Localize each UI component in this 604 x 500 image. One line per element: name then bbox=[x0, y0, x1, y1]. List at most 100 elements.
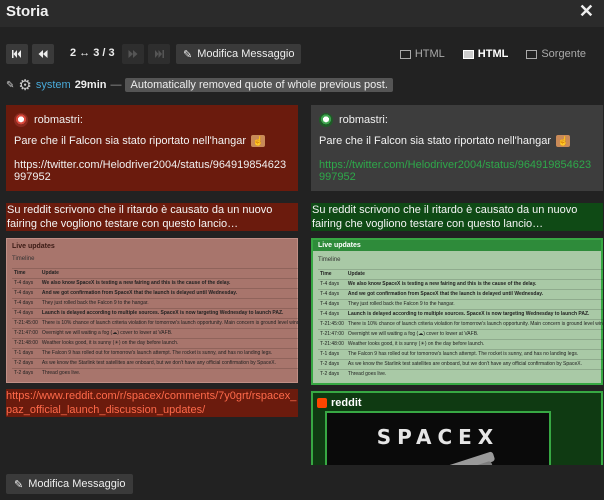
tab-html-side-by-side[interactable]: HTML bbox=[462, 48, 508, 60]
footer-edit-post-button[interactable]: ✎ Modifica Messaggio bbox=[6, 474, 134, 494]
table-cell: T-4 days bbox=[318, 299, 346, 310]
pencil-icon: ✎ bbox=[183, 48, 193, 61]
edit-post-label: Modifica Messaggio bbox=[197, 48, 295, 60]
quote-header: robmastri: bbox=[14, 113, 290, 127]
view-mode-tabs: HTML HTML Sorgente bbox=[399, 46, 604, 62]
forward-icon bbox=[128, 50, 138, 58]
table-cell: There is 10% chance of launch criteria v… bbox=[39, 318, 298, 329]
table-row: T-21:48:00 Weather looks good, it is sunn… bbox=[12, 338, 298, 349]
table-header: Time bbox=[12, 268, 40, 279]
revision-meta: ✎ ⚙ system 29min — Automatically removed… bbox=[6, 75, 393, 95]
table-cell: T-1 days bbox=[318, 349, 346, 360]
quote-text: Pare che il Falcon sia stato riportato n… bbox=[319, 135, 595, 148]
table-row: T-1 days The Falcon 9 has rolled out for … bbox=[12, 348, 298, 359]
table-row: T-2 days As we know the Starlink test sat… bbox=[12, 358, 298, 369]
single-column-icon bbox=[399, 49, 411, 59]
table-cell: Overnight we will waiting a fog (☁) cove… bbox=[345, 329, 603, 340]
previous-revision-button[interactable] bbox=[32, 44, 54, 64]
table-row: T-4 days We also know SpaceX is testing a… bbox=[12, 278, 298, 289]
tab-source[interactable]: Sorgente bbox=[526, 48, 586, 60]
table-cell: And we got confirmation from SpaceX that… bbox=[345, 289, 603, 300]
rewind-icon bbox=[38, 50, 48, 58]
next-revision-button[interactable] bbox=[122, 44, 144, 64]
table-row: T-4 days We also know SpaceX is testing a… bbox=[318, 279, 603, 290]
table-cell: We also know SpaceX is testing a new fai… bbox=[39, 278, 298, 289]
live-updates-subtitle: Timeline bbox=[318, 257, 341, 264]
table-cell: T-2 days bbox=[12, 358, 40, 369]
table-row: T-21:47:00 Overnight we will waiting a fo… bbox=[318, 329, 603, 340]
avatar bbox=[319, 113, 333, 127]
table-row: T-2 days Thread goes live. bbox=[12, 368, 298, 379]
table-cell: They just rolled back the Falcon 9 to th… bbox=[39, 298, 298, 309]
quote-user: robmastri: bbox=[34, 114, 83, 126]
onebox-header: reddit bbox=[317, 397, 597, 409]
quote-link[interactable]: https://twitter.com/Helodriver2004/statu… bbox=[14, 159, 290, 183]
last-revision-button[interactable] bbox=[148, 44, 170, 64]
table-cell: As we know the Starlink test satellites … bbox=[39, 358, 298, 369]
tab-html-inline[interactable]: HTML bbox=[399, 48, 445, 60]
reddit-favicon-icon bbox=[317, 398, 327, 409]
table-cell: T-4 days bbox=[12, 278, 40, 289]
table-cell: Overnight we will waiting a fog (☁) cove… bbox=[39, 328, 298, 339]
table-cell: Launch is delayed according to multiple … bbox=[39, 308, 298, 319]
close-icon[interactable]: ✕ bbox=[579, 1, 594, 22]
live-updates-embed: Live updates Timeline Time Update T-4 da… bbox=[6, 238, 298, 384]
table-cell: T-4 days bbox=[12, 308, 40, 319]
current-version-column: robmastri: Pare che il Falcon sia stato … bbox=[311, 105, 603, 465]
reddit-onebox[interactable]: reddit SPACEX bbox=[311, 391, 603, 465]
separator-dash: — bbox=[110, 79, 122, 91]
table-cell: As we know the Starlink test satellites … bbox=[345, 359, 603, 370]
skip-back-icon bbox=[12, 50, 21, 58]
table-header: Update bbox=[345, 269, 603, 280]
side-by-side-icon bbox=[462, 49, 474, 59]
table-cell: T-21:45:00 bbox=[12, 318, 40, 329]
quote-text-content: Pare che il Falcon sia stato riportato n… bbox=[14, 135, 247, 147]
table-cell: T-21:48:00 bbox=[12, 338, 40, 349]
previous-version-column: robmastri: Pare che il Falcon sia stato … bbox=[6, 105, 298, 465]
table-cell: T-4 days bbox=[318, 279, 346, 290]
pencil-icon: ✎ bbox=[6, 79, 15, 91]
system-avatar-gear-icon: ⚙ bbox=[18, 77, 32, 94]
table-cell: Launch is delayed according to multiple … bbox=[345, 309, 603, 320]
post-paragraph: Su reddit scrivono che il ritardo è caus… bbox=[6, 203, 298, 232]
table-row: T-4 days Launch is delayed according to m… bbox=[12, 308, 298, 319]
table-cell: There is 10% chance of launch criteria v… bbox=[345, 319, 603, 330]
pointing-hand-icon: ☝ bbox=[556, 135, 571, 148]
table-row: T-21:48:00 Weather looks good, it is sunn… bbox=[318, 339, 603, 350]
live-updates-embed: Live updates Timeline Time Update T-4 da… bbox=[311, 238, 603, 386]
table-cell: The Falcon 9 has rolled out for tomorrow… bbox=[345, 349, 603, 360]
table-cell: T-21:47:00 bbox=[12, 328, 40, 339]
revision-user-link[interactable]: system bbox=[36, 79, 71, 91]
edit-post-button[interactable]: ✎ Modifica Messaggio bbox=[176, 44, 302, 64]
avatar bbox=[14, 113, 28, 127]
table-row: T-4 days And we got confirmation from Spa… bbox=[318, 289, 603, 300]
quote-user: robmastri: bbox=[339, 114, 388, 126]
rocket-image-icon bbox=[369, 452, 495, 465]
removed-quote: robmastri: Pare che il Falcon sia stato … bbox=[6, 105, 298, 192]
table-cell: T-21:45:00 bbox=[318, 319, 346, 330]
table-row: T-4 days Launch is delayed according to m… bbox=[318, 309, 603, 320]
pointing-hand-icon: ☝ bbox=[251, 135, 266, 148]
table-cell: T-2 days bbox=[318, 369, 346, 380]
table-cell: T-4 days bbox=[12, 298, 40, 309]
table-cell: T-1 days bbox=[12, 348, 40, 359]
table-cell: They just rolled back the Falcon 9 to th… bbox=[345, 299, 603, 310]
table-cell: T-21:48:00 bbox=[318, 339, 346, 350]
source-icon bbox=[526, 49, 538, 59]
onebox-image: SPACEX bbox=[325, 411, 551, 465]
table-row: T-2 days As we know the Starlink test sat… bbox=[318, 359, 603, 370]
first-revision-button[interactable] bbox=[6, 44, 28, 64]
edit-reason: Automatically removed quote of whole pre… bbox=[125, 78, 393, 92]
live-updates-table: Time Update T-4 days We also know SpaceX … bbox=[12, 268, 298, 379]
live-updates-title: Live updates bbox=[313, 240, 601, 252]
tab-html-inline-label: HTML bbox=[414, 48, 445, 60]
table-row: T-21:45:00 There is 10% chance of launch … bbox=[12, 318, 298, 329]
table-row: T-1 days The Falcon 9 has rolled out for … bbox=[318, 349, 603, 360]
quote-link[interactable]: https://twitter.com/Helodriver2004/statu… bbox=[319, 159, 595, 183]
table-cell: We also know SpaceX is testing a new fai… bbox=[345, 279, 603, 290]
reddit-link[interactable]: https://www.reddit.com/r/spacex/comments… bbox=[6, 389, 298, 418]
table-row: T-21:47:00 Overnight we will waiting a fo… bbox=[12, 328, 298, 339]
modal-title: Storia bbox=[6, 3, 49, 20]
revision-time: 29min bbox=[74, 79, 107, 91]
table-cell: T-2 days bbox=[318, 359, 346, 370]
